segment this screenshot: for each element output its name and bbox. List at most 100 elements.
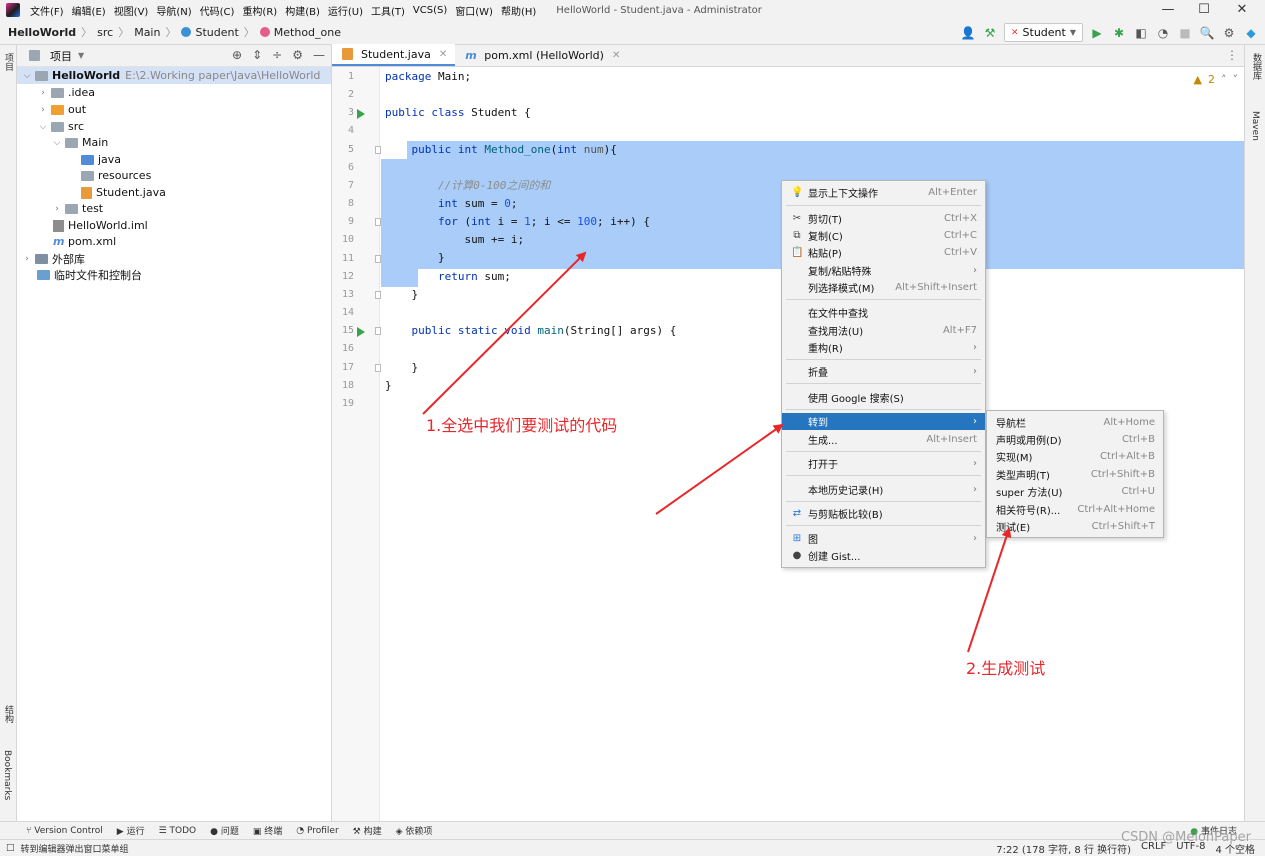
menu-help[interactable]: 帮助(H): [499, 3, 542, 18]
search-icon[interactable]: 🔍: [1199, 26, 1215, 40]
chevron-down-icon[interactable]: ˅: [1233, 73, 1239, 86]
tool-todo[interactable]: ☰ TODO: [159, 826, 197, 836]
menu-view[interactable]: 视图(V): [112, 3, 155, 18]
tree-item-idea[interactable]: › .idea: [17, 84, 95, 101]
menu-item-local-history[interactable]: 本地历史记录(H) ›: [782, 481, 985, 498]
tree-item-pom[interactable]: m pom.xml: [17, 233, 116, 250]
submenu-item-related-symbol[interactable]: 相关符号(R)... Ctrl+Alt+Home: [987, 501, 1163, 518]
menu-item-refactor[interactable]: 重构(R) ›: [782, 339, 985, 356]
menu-run[interactable]: 运行(U): [326, 3, 369, 18]
menu-refactor[interactable]: 重构(R): [240, 3, 283, 18]
hammer-icon[interactable]: ⚒: [982, 26, 998, 40]
plugin-icon[interactable]: ◆: [1243, 26, 1259, 40]
menu-item-column-selection[interactable]: 列选择模式(M) Alt+Shift+Insert: [782, 279, 985, 296]
maven-tool-tab[interactable]: Maven: [1250, 111, 1260, 141]
menu-build[interactable]: 构建(B): [283, 3, 326, 18]
submenu-item-declaration[interactable]: 声明或用例(D) Ctrl+B: [987, 431, 1163, 448]
menu-item-find-in-files[interactable]: 在文件中查找: [782, 304, 985, 321]
bookmarks-tool-tab[interactable]: Bookmarks: [2, 750, 12, 800]
menu-item-goto[interactable]: 转到 ›: [782, 413, 985, 430]
menu-item-create-gist[interactable]: ● 创建 Gist...: [782, 547, 985, 564]
tool-build[interactable]: ⚒ 构建: [353, 824, 382, 837]
menu-item-show-context-actions[interactable]: 💡 显示上下文操作 Alt+Enter: [782, 184, 985, 201]
tree-item-root[interactable]: ⌵ HelloWorld E:\2.Working paper\Java\Hel…: [17, 67, 331, 84]
run-gutter-icon[interactable]: [357, 327, 365, 337]
breadcrumb-src[interactable]: src: [97, 26, 113, 39]
tree-item-main[interactable]: ⌵ Main: [17, 134, 109, 151]
database-tool-tab[interactable]: 数据库: [1250, 53, 1263, 80]
chevron-up-icon[interactable]: ˄: [1221, 73, 1227, 86]
menu-edit[interactable]: 编辑(E): [70, 3, 112, 18]
submenu-item-type-declaration[interactable]: 类型声明(T) Ctrl+Shift+B: [987, 466, 1163, 483]
submenu-item-test[interactable]: 测试(E) Ctrl+Shift+T: [987, 518, 1163, 535]
menu-window[interactable]: 窗口(W): [453, 3, 499, 18]
menu-item-copy[interactable]: ⧉ 复制(C) Ctrl+C: [782, 227, 985, 244]
menu-item-cut[interactable]: ✂ 剪切(T) Ctrl+X: [782, 210, 985, 227]
inspection-widget[interactable]: ▲ 2 ˄ ˅: [1194, 73, 1238, 86]
run-config-selector[interactable]: ✕ Student ▼: [1003, 23, 1083, 42]
expand-all-icon[interactable]: ⇕: [252, 48, 262, 62]
chevron-down-icon[interactable]: ▼: [78, 51, 84, 60]
submenu-item-implementation[interactable]: 实现(M) Ctrl+Alt+B: [987, 448, 1163, 465]
menu-navigate[interactable]: 导航(N): [154, 3, 197, 18]
stop-icon[interactable]: ■: [1177, 26, 1193, 40]
tree-item-scratches[interactable]: 临时文件和控制台: [17, 266, 142, 283]
user-icon[interactable]: 👤: [960, 26, 976, 40]
tree-item-iml[interactable]: HelloWorld.iml: [17, 217, 148, 234]
tab-pom-xml[interactable]: m pom.xml (HelloWorld) ✕: [455, 44, 628, 66]
submenu-item-navbar[interactable]: 导航栏 Alt+Home: [987, 414, 1163, 431]
tree-item-resources[interactable]: resources: [17, 167, 151, 184]
tool-dependencies[interactable]: ◈ 依赖项: [396, 824, 433, 837]
menu-item-copy-paste-special[interactable]: 复制/粘贴特殊 ›: [782, 262, 985, 279]
close-tab-icon[interactable]: ✕: [439, 49, 447, 60]
menu-vcs[interactable]: VCS(S): [411, 5, 453, 16]
tool-profiler[interactable]: ◔ Profiler: [296, 826, 338, 836]
project-tool-tab[interactable]: 项目: [2, 53, 15, 71]
tree-item-external-libs[interactable]: › 外部库: [17, 250, 85, 267]
debug-icon[interactable]: ✱: [1111, 26, 1127, 40]
breadcrumb-project[interactable]: HelloWorld: [8, 26, 76, 39]
structure-tool-tab[interactable]: 结构: [2, 705, 15, 723]
tree-item-src[interactable]: ⌵ src: [17, 118, 84, 135]
menu-code[interactable]: 代码(C): [198, 3, 241, 18]
caret-position[interactable]: 7:22 (178 字符, 8 行 换行符): [996, 841, 1131, 856]
tree-item-out[interactable]: › out: [17, 101, 86, 118]
tool-run[interactable]: ▶ 运行: [117, 824, 145, 837]
close-tab-icon[interactable]: ✕: [612, 50, 620, 61]
menu-item-compare-clipboard[interactable]: ⇄ 与剪贴板比较(B): [782, 505, 985, 522]
collapse-all-icon[interactable]: ÷: [272, 48, 282, 62]
breadcrumb-method[interactable]: Method_one: [259, 26, 341, 39]
menu-file[interactable]: 文件(F): [28, 3, 70, 18]
tab-student-java[interactable]: Student.java ✕: [332, 44, 456, 66]
tree-item-test[interactable]: › test: [17, 200, 103, 217]
gear-icon[interactable]: ⚙: [1221, 26, 1237, 40]
run-gutter-icon[interactable]: [357, 109, 365, 119]
locate-icon[interactable]: ⊕: [232, 48, 242, 62]
menu-item-google-search[interactable]: 使用 Google 搜索(S): [782, 389, 985, 406]
menu-item-find-usages[interactable]: 查找用法(U) Alt+F7: [782, 322, 985, 339]
menu-item-generate[interactable]: 生成... Alt+Insert: [782, 431, 985, 448]
menu-tools[interactable]: 工具(T): [369, 3, 411, 18]
tool-terminal[interactable]: ▣ 终端: [253, 824, 282, 837]
coverage-icon[interactable]: ◧: [1133, 26, 1149, 40]
profile-icon[interactable]: ◔: [1155, 26, 1171, 40]
menu-item-open-in[interactable]: 打开于 ›: [782, 455, 985, 472]
breadcrumb-package[interactable]: Main: [134, 26, 160, 39]
tool-problems[interactable]: ● 问题: [210, 824, 239, 837]
hide-icon[interactable]: —: [313, 48, 325, 62]
menu-item-diagrams[interactable]: ⊞ 图 ›: [782, 530, 985, 547]
close-window-button[interactable]: ✕: [1224, 0, 1260, 20]
submenu-item-super-method[interactable]: super 方法(U) Ctrl+U: [987, 483, 1163, 500]
settings-icon[interactable]: ⚙: [292, 48, 303, 62]
tree-item-java[interactable]: java: [17, 151, 121, 168]
tree-item-student-java[interactable]: Student.java: [17, 184, 166, 201]
menu-item-folding[interactable]: 折叠 ›: [782, 363, 985, 380]
minimize-button[interactable]: —: [1150, 0, 1186, 20]
breadcrumb-class[interactable]: Student: [181, 26, 239, 39]
more-tabs-icon[interactable]: ⋮: [1226, 48, 1238, 62]
run-icon[interactable]: ▶: [1089, 26, 1105, 40]
project-panel-title[interactable]: 项目: [50, 48, 72, 64]
tool-version-control[interactable]: ⑂ Version Control: [26, 826, 103, 836]
maximize-button[interactable]: ☐: [1186, 0, 1222, 20]
menu-item-paste[interactable]: 📋 粘贴(P) Ctrl+V: [782, 244, 985, 261]
